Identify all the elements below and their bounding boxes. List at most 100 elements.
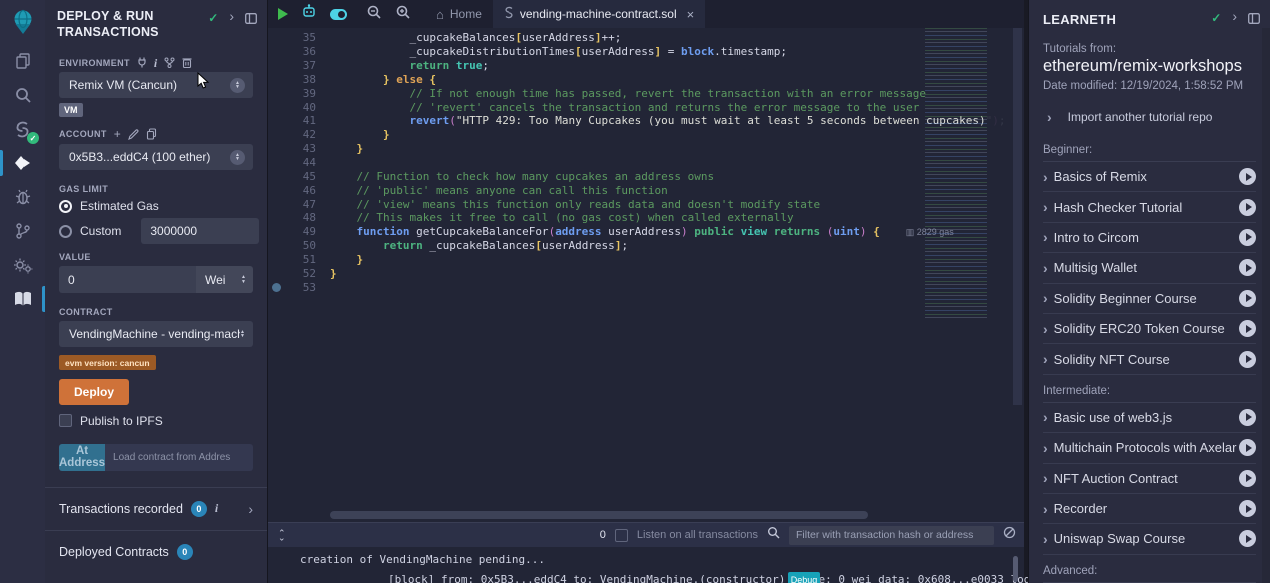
debugger-icon[interactable] bbox=[0, 180, 45, 214]
publish-ipfs-checkbox[interactable] bbox=[59, 414, 72, 427]
tutorial-item[interactable]: ›Hash Checker Tutorial bbox=[1043, 192, 1256, 222]
zoom-out-icon[interactable] bbox=[366, 4, 382, 25]
minimap[interactable] bbox=[925, 28, 1011, 320]
ai-toggle-switch[interactable] bbox=[330, 9, 347, 20]
code-line[interactable]: 50 return _cupcakeBalances[userAddress]; bbox=[268, 239, 1024, 253]
code-line[interactable]: 37 return true; bbox=[268, 59, 1024, 73]
tutorial-item[interactable]: ›Solidity NFT Course bbox=[1043, 344, 1256, 374]
code-line[interactable]: 43 } bbox=[268, 142, 1024, 156]
debug-button[interactable]: Debug bbox=[788, 572, 820, 583]
play-tutorial-button[interactable] bbox=[1239, 229, 1256, 246]
tutorial-item[interactable]: ›Multichain Protocols with Axelar bbox=[1043, 433, 1256, 463]
tutorial-item[interactable]: ›Uniswap Swap Course bbox=[1043, 524, 1256, 554]
play-tutorial-button[interactable] bbox=[1239, 530, 1256, 547]
tutorial-item[interactable]: ›Multisig Wallet bbox=[1043, 253, 1256, 283]
value-input[interactable] bbox=[59, 266, 196, 293]
chevron-right-icon[interactable]: › bbox=[229, 11, 234, 21]
run-script-button[interactable] bbox=[278, 8, 288, 20]
custom-gas-input[interactable] bbox=[141, 218, 259, 244]
ai-assistant-icon[interactable] bbox=[301, 4, 317, 24]
deploy-run-icon[interactable] bbox=[0, 146, 45, 180]
solidity-compiler-icon[interactable]: ✓ bbox=[0, 112, 45, 146]
tutorial-item[interactable]: ›Solidity Beginner Course bbox=[1043, 284, 1256, 314]
play-tutorial-button[interactable] bbox=[1239, 259, 1256, 276]
code-line[interactable]: 49 function getCupcakeBalanceFor(address… bbox=[268, 225, 1024, 239]
play-tutorial-button[interactable] bbox=[1239, 470, 1256, 487]
code-line[interactable]: 45 // Function to check how many cupcake… bbox=[268, 169, 1024, 183]
tutorial-item[interactable]: ›Basics of Remix bbox=[1043, 162, 1256, 192]
close-tab-icon[interactable]: × bbox=[687, 7, 695, 22]
at-address-input[interactable] bbox=[105, 444, 253, 471]
tutorial-item[interactable]: ›NFT Auction Contract bbox=[1043, 464, 1256, 494]
expand-scenario-icon[interactable]: › bbox=[248, 504, 253, 514]
code-line[interactable]: 53 bbox=[268, 280, 1024, 294]
chevron-right-icon[interactable]: › bbox=[1232, 11, 1237, 21]
info-icon[interactable]: i bbox=[215, 501, 218, 516]
tab-home[interactable]: ⌂ Home bbox=[425, 0, 493, 28]
tutorial-item[interactable]: ›Intro to Circom bbox=[1043, 223, 1256, 253]
tutorial-item[interactable]: ›Solidity ERC20 Token Course bbox=[1043, 314, 1256, 344]
code-line[interactable]: 39 // If not enough time has passed, rev… bbox=[268, 86, 1024, 100]
code-line[interactable]: 47 // 'view' means this function only re… bbox=[268, 197, 1024, 211]
code-line[interactable]: 36 _cupcakeDistributionTimes[userAddress… bbox=[268, 45, 1024, 59]
play-tutorial-button[interactable] bbox=[1239, 199, 1256, 216]
play-tutorial-button[interactable] bbox=[1239, 439, 1256, 456]
tutorial-item[interactable]: ›Basic use of web3.js bbox=[1043, 403, 1256, 433]
code-line[interactable]: 52} bbox=[268, 266, 1024, 280]
copy-account-icon[interactable] bbox=[146, 128, 157, 140]
learneth-scrollbar-track[interactable] bbox=[1262, 28, 1270, 583]
info-icon[interactable]: i bbox=[154, 58, 157, 68]
listen-all-checkbox[interactable] bbox=[615, 529, 628, 542]
code-line[interactable]: 48 // This makes it free to call (no gas… bbox=[268, 211, 1024, 225]
editor-horizontal-scrollbar[interactable] bbox=[330, 511, 868, 519]
editor-vertical-scrollbar[interactable] bbox=[1013, 28, 1022, 405]
learneth-icon[interactable] bbox=[0, 282, 45, 316]
git-icon[interactable] bbox=[0, 214, 45, 248]
deploy-button[interactable]: Deploy bbox=[59, 379, 129, 405]
value-unit-select[interactable]: Wei ▲▼ bbox=[196, 266, 253, 293]
code-editor[interactable]: 35 _cupcakeBalances[userAddress]++;36 _c… bbox=[268, 28, 1024, 522]
code-line[interactable]: 44 bbox=[268, 156, 1024, 170]
remix-logo[interactable] bbox=[0, 0, 45, 44]
environment-select[interactable]: Remix VM (Cancun) ▲▼ bbox=[59, 72, 253, 98]
transaction-filter-input[interactable] bbox=[789, 526, 994, 545]
plug-icon[interactable] bbox=[137, 57, 147, 68]
file-explorer-icon[interactable] bbox=[0, 44, 45, 78]
import-tutorial-repo[interactable]: › Import another tutorial repo bbox=[1047, 110, 1256, 124]
pin-panel-icon[interactable] bbox=[245, 11, 257, 29]
code-line[interactable]: 38 } else { bbox=[268, 73, 1024, 87]
pin-panel-icon[interactable] bbox=[1248, 11, 1260, 29]
play-tutorial-button[interactable] bbox=[1239, 168, 1256, 185]
at-address-button[interactable]: At Address bbox=[59, 444, 105, 471]
clear-console-icon[interactable] bbox=[1003, 526, 1016, 544]
transactions-recorded-section[interactable]: Transactions recorded 0 i › bbox=[45, 487, 267, 530]
collapse-terminal-icon[interactable]: ⌃⌃ bbox=[278, 531, 286, 539]
terminal-scrollbar[interactable] bbox=[1013, 556, 1018, 582]
code-line[interactable]: 46 // 'public' means anyone can call thi… bbox=[268, 183, 1024, 197]
search-icon[interactable] bbox=[0, 78, 45, 112]
add-account-icon[interactable]: + bbox=[114, 130, 121, 139]
fork-icon[interactable] bbox=[164, 57, 175, 68]
breakpoint-dot[interactable] bbox=[272, 283, 281, 292]
tab-vending-machine-contract[interactable]: vending-machine-contract.sol × bbox=[493, 0, 705, 28]
play-tutorial-button[interactable] bbox=[1239, 351, 1256, 368]
play-tutorial-button[interactable] bbox=[1239, 500, 1256, 517]
contract-select[interactable]: VendingMachine - vending-machin ▲▼ bbox=[59, 321, 253, 347]
custom-gas-radio[interactable] bbox=[59, 225, 72, 238]
estimated-gas-radio[interactable] bbox=[59, 200, 72, 213]
code-line[interactable]: 42 } bbox=[268, 128, 1024, 142]
zoom-in-icon[interactable] bbox=[395, 4, 411, 25]
play-tutorial-button[interactable] bbox=[1239, 409, 1256, 426]
play-tutorial-button[interactable] bbox=[1239, 320, 1256, 337]
tutorial-item[interactable]: ›Recorder bbox=[1043, 494, 1256, 524]
play-tutorial-button[interactable] bbox=[1239, 290, 1256, 307]
terminal-search-icon[interactable] bbox=[767, 526, 780, 544]
code-line[interactable]: 40 // 'revert' cancels the transaction a… bbox=[268, 100, 1024, 114]
code-line[interactable]: 41 revert("HTTP 429: Too Many Cupcakes (… bbox=[268, 114, 1024, 128]
account-select[interactable]: 0x5B3...eddC4 (100 ether) ▲▼ bbox=[59, 144, 253, 170]
code-line[interactable]: 51 } bbox=[268, 253, 1024, 267]
edit-account-icon[interactable] bbox=[128, 129, 139, 140]
settings-icon[interactable] bbox=[0, 248, 45, 282]
code-line[interactable]: 35 _cupcakeBalances[userAddress]++; bbox=[268, 31, 1024, 45]
deployed-contracts-section[interactable]: Deployed Contracts 0 bbox=[45, 530, 267, 573]
